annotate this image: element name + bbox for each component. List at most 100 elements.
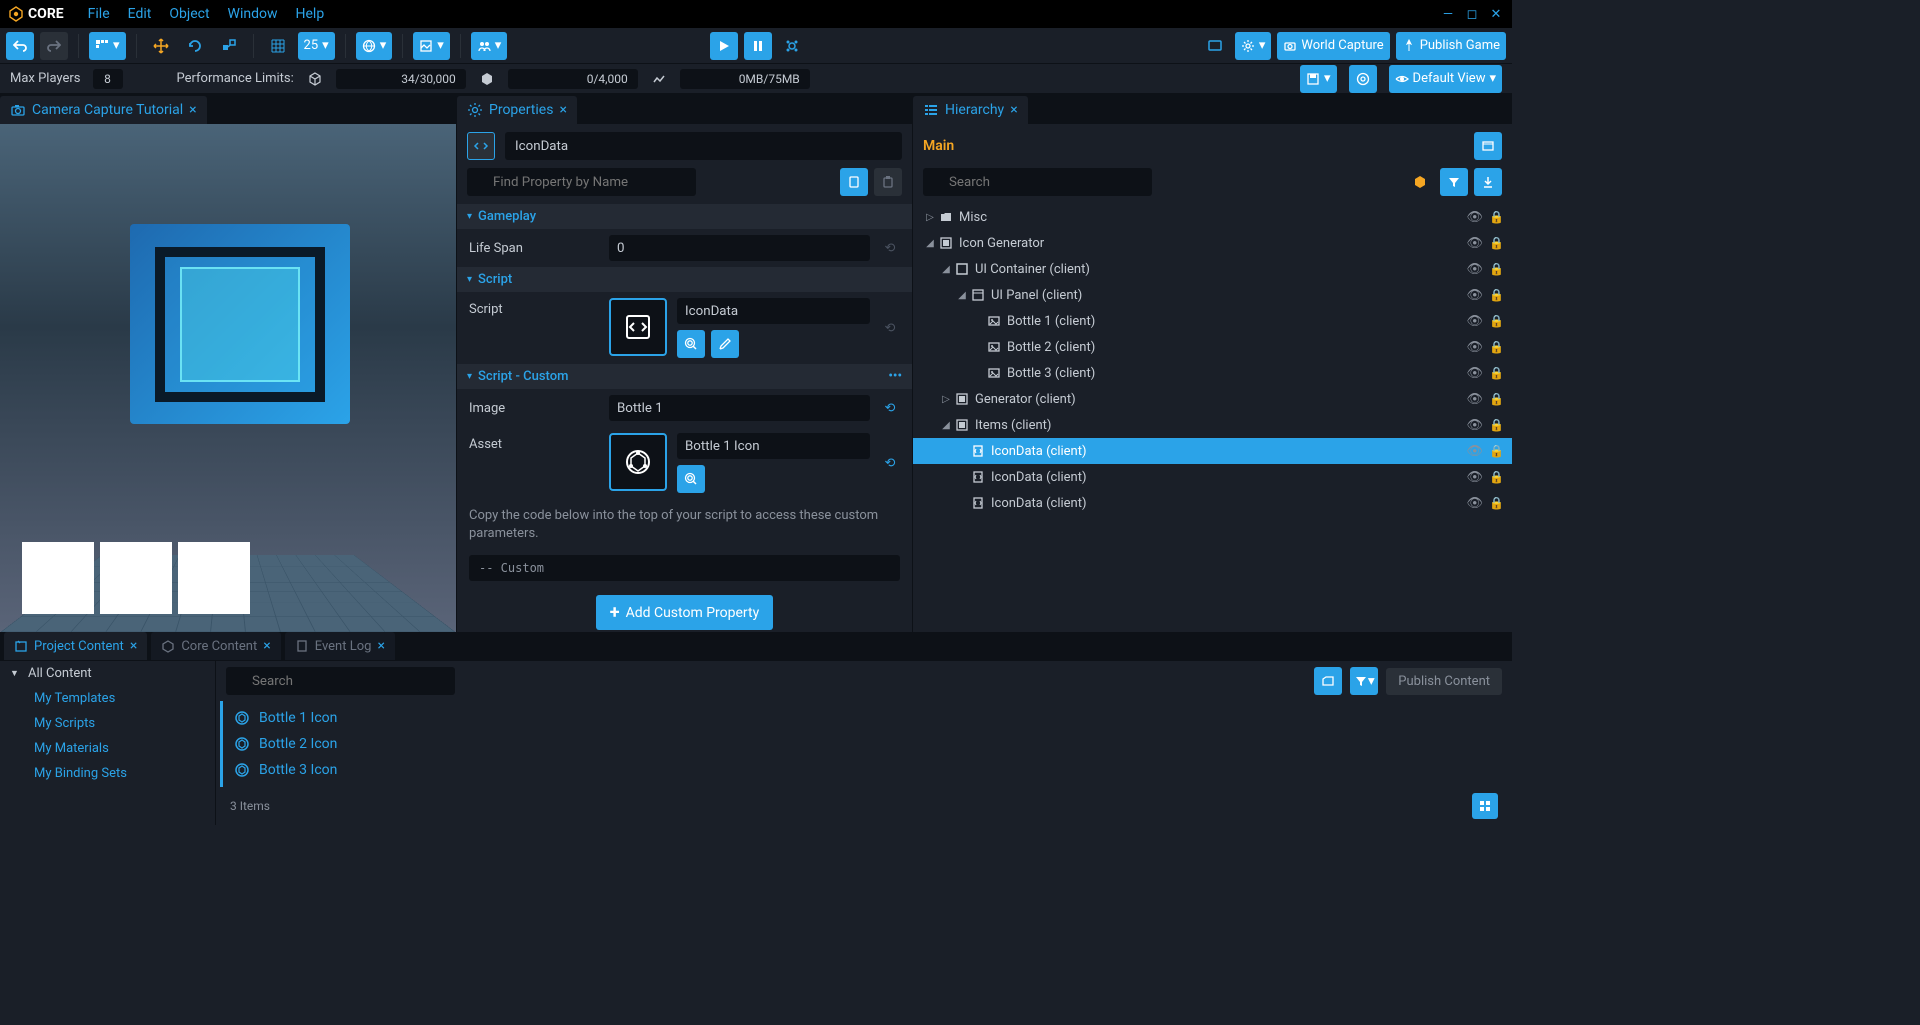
scene-button[interactable] [1474,132,1502,160]
visibility-icon[interactable]: 👁 [1467,444,1484,459]
grid-view-button[interactable] [1472,793,1498,819]
content-category[interactable]: My Scripts [0,711,215,736]
script-section-header[interactable]: ▾Script [457,267,912,292]
content-item[interactable]: Bottle 3 Icon [233,757,1502,783]
rotate-tool-button[interactable] [181,32,209,60]
tree-row[interactable]: ◢Items (client)👁🔒 [913,412,1512,438]
terrain-button[interactable]: ▾ [413,32,450,60]
scale-tool-button[interactable] [215,32,243,60]
close-icon[interactable]: × [1010,102,1017,118]
lock-icon[interactable]: 🔒 [1489,340,1504,354]
tree-row[interactable]: ◢UI Panel (client)👁🔒 [913,282,1512,308]
close-icon[interactable]: × [130,638,137,654]
content-category[interactable]: My Templates [0,686,215,711]
hierarchy-tab[interactable]: Hierarchy × [913,96,1028,124]
tree-row[interactable]: ◢UI Container (client)👁🔒 [913,256,1512,282]
viewport-tab[interactable]: Camera Capture Tutorial × [0,96,207,124]
content-root[interactable]: ▼All Content [0,661,215,686]
visibility-icon[interactable]: 👁 [1467,340,1484,355]
screen-button[interactable] [1201,32,1229,60]
locate-asset-button[interactable] [677,465,705,493]
multiplayer-button[interactable]: ▾ [471,32,508,60]
script-custom-section-header[interactable]: ▾Script - Custom••• [457,364,912,389]
script-name-input[interactable] [677,298,870,324]
close-icon[interactable]: × [263,638,270,654]
reset-icon[interactable]: ⟲ [880,453,900,473]
tree-row[interactable]: IconData (client)👁🔒 [913,464,1512,490]
visibility-icon[interactable]: 👁 [1467,288,1484,303]
grid-toggle-button[interactable] [264,32,292,60]
visibility-icon[interactable]: 👁 [1467,262,1484,277]
lock-icon[interactable]: 🔒 [1489,470,1504,484]
core-content-tab[interactable]: Core Content × [151,632,280,660]
tree-row[interactable]: Bottle 3 (client)👁🔒 [913,360,1512,386]
tree-row[interactable]: ◢Icon Generator👁🔒 [913,230,1512,256]
snap-grid-button[interactable]: ▾ [89,32,126,60]
filter-cube-button[interactable] [1406,168,1434,196]
move-tool-button[interactable] [147,32,175,60]
lock-icon[interactable]: 🔒 [1489,314,1504,328]
world-space-button[interactable]: ▾ [356,32,393,60]
tree-row[interactable]: ▷Generator (client)👁🔒 [913,386,1512,412]
help-button[interactable] [1349,65,1377,93]
reset-icon[interactable]: ⟲ [880,318,900,338]
tree-row[interactable]: ▷Misc👁🔒 [913,204,1512,230]
lock-icon[interactable]: 🔒 [1489,236,1504,250]
tree-row[interactable]: Bottle 2 (client)👁🔒 [913,334,1512,360]
content-search-input[interactable] [226,667,455,695]
lock-icon[interactable]: 🔒 [1489,392,1504,406]
asset-name-input[interactable] [677,433,870,459]
event-log-tab[interactable]: Event Log × [285,632,395,660]
visibility-icon[interactable]: 👁 [1467,470,1484,485]
publish-game-button[interactable]: Publish Game [1396,32,1506,60]
property-search-input[interactable] [467,168,696,196]
content-filter-button[interactable]: ▾ [1350,667,1378,695]
lock-icon[interactable]: 🔒 [1489,210,1504,224]
life-span-input[interactable] [609,235,870,261]
project-content-tab[interactable]: Project Content × [4,632,147,660]
snap-size-button[interactable]: 25 ▾ [298,32,335,60]
pause-button[interactable] [744,32,772,60]
reset-icon[interactable]: ⟲ [880,238,900,258]
visibility-icon[interactable]: 👁 [1467,392,1484,407]
code-snippet[interactable]: -- Custom [469,555,900,581]
close-icon[interactable]: × [189,102,196,118]
visibility-icon[interactable]: 👁 [1467,314,1484,329]
close-icon[interactable]: × [559,102,566,118]
tree-row[interactable]: IconData (client)👁🔒 [913,438,1512,464]
menu-help[interactable]: Help [296,6,325,22]
tree-row[interactable]: IconData (client)👁🔒 [913,490,1512,516]
lock-icon[interactable]: 🔒 [1489,288,1504,302]
visibility-icon[interactable]: 👁 [1467,236,1484,251]
content-item[interactable]: Bottle 1 Icon [233,705,1502,731]
lock-icon[interactable]: 🔒 [1489,366,1504,380]
preview-options-button[interactable] [778,32,806,60]
edit-script-button[interactable] [711,330,739,358]
visibility-icon[interactable]: 👁 [1467,210,1484,225]
settings-gear-button[interactable]: ▾ [1235,32,1272,60]
menu-file[interactable]: File [88,6,110,22]
maximize-icon[interactable]: ◻ [1464,6,1480,22]
image-input[interactable] [609,395,870,421]
save-dropdown-button[interactable]: ▾ [1300,65,1337,93]
content-item[interactable]: Bottle 2 Icon [233,731,1502,757]
gameplay-section-header[interactable]: ▾Gameplay [457,204,912,229]
visibility-icon[interactable]: 👁 [1467,418,1484,433]
default-view-button[interactable]: Default View ▾ [1389,65,1502,93]
content-category[interactable]: My Binding Sets [0,761,215,786]
import-button[interactable] [1314,667,1342,695]
collapse-all-button[interactable] [1474,168,1502,196]
publish-content-button[interactable]: Publish Content [1386,668,1502,695]
close-icon[interactable]: × [377,638,384,654]
script-thumbnail[interactable] [609,298,667,356]
reset-icon[interactable]: ⟲ [880,398,900,418]
menu-object[interactable]: Object [169,6,209,22]
minimize-icon[interactable]: — [1440,6,1456,22]
lock-icon[interactable]: 🔒 [1489,262,1504,276]
hierarchy-search-input[interactable] [923,168,1152,196]
redo-button[interactable] [40,32,68,60]
paste-properties-button[interactable] [874,168,902,196]
menu-window[interactable]: Window [228,6,278,22]
lock-icon[interactable]: 🔒 [1489,496,1504,510]
visibility-icon[interactable]: 👁 [1467,366,1484,381]
